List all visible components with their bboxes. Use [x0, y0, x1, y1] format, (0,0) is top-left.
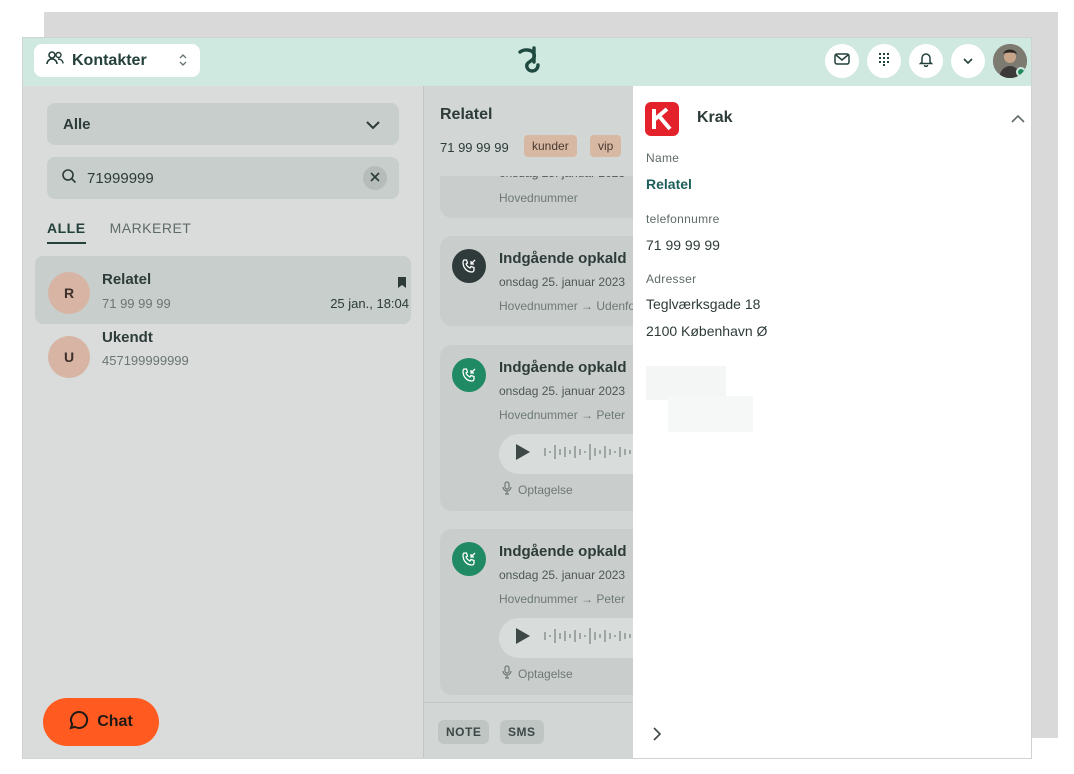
mail-button[interactable] [825, 44, 859, 78]
sms-button[interactable]: SMS [500, 720, 544, 744]
activity-panel: onsdag 25. januar 2023 Hovednummer Relat… [423, 86, 633, 758]
lookup-source-title: Krak [697, 109, 733, 126]
card-date: onsdag 25. januar 2023 [499, 275, 626, 289]
tab-markeret[interactable]: MARKERET [110, 220, 192, 244]
contact-number: 71 99 99 99 [102, 296, 171, 311]
incoming-call-icon [452, 249, 486, 283]
context-switcher-button[interactable]: Kontakter [34, 44, 200, 77]
recording-text: Optagelse [518, 482, 573, 497]
recording-text: Optagelse [518, 666, 573, 681]
online-status-badge [1016, 67, 1026, 77]
card-route: Hovednummer → Udenfor [499, 299, 633, 313]
audio-player[interactable] [499, 618, 633, 658]
placeholder-block [646, 366, 726, 400]
chat-button[interactable]: Chat [43, 698, 159, 746]
activity-footer: NOTE SMS [424, 702, 633, 758]
top-bar: Kontakter [23, 38, 1031, 86]
card-date: onsdag 25. januar 2023 [499, 384, 626, 398]
card-title: Indgående opkald [499, 250, 627, 267]
tag-badge[interactable]: vip [590, 135, 622, 157]
brand-logo-icon[interactable] [514, 46, 542, 78]
chevron-down-icon [365, 117, 381, 134]
contact-avatar: U [48, 336, 90, 378]
krak-logo-icon [645, 102, 679, 136]
waveform-icon [543, 626, 633, 651]
menu-dropdown-button[interactable] [951, 44, 985, 78]
dialpad-button[interactable] [867, 44, 901, 78]
activity-card[interactable]: Indgående opkald onsdag 25. januar 2023 … [440, 529, 633, 695]
contact-item[interactable]: R Relatel 71 99 99 99 25 jan., 18:04 [35, 256, 411, 324]
field-value-address: Teglværksgade 18 [646, 296, 761, 312]
dialpad-icon [878, 52, 890, 71]
user-avatar[interactable] [993, 44, 1027, 78]
card-title: Indgående opkald [499, 359, 627, 376]
field-label: Adresser [646, 272, 697, 286]
activity-header: Relatel 71 99 99 99 kunder vip [424, 86, 633, 176]
close-icon [370, 169, 380, 187]
contact-time: 25 jan., 18:04 [330, 296, 409, 311]
contact-tabs: ALLE MARKERET [47, 220, 215, 244]
contact-name: Ukendt [102, 329, 153, 346]
placeholder-block [668, 396, 753, 432]
chevron-right-icon[interactable] [653, 727, 662, 746]
note-button[interactable]: NOTE [438, 720, 490, 744]
context-label: Kontakter [72, 51, 147, 69]
field-label: Name [646, 151, 680, 165]
updown-chevron-icon [178, 51, 188, 74]
incoming-call-icon [452, 542, 486, 576]
audio-player[interactable] [499, 434, 633, 474]
card-title: Indgående opkald [499, 543, 627, 560]
field-value-name[interactable]: Relatel [646, 176, 692, 192]
filter-select[interactable]: Alle [47, 103, 399, 145]
app-window: Kontakter Alle 71999999 ALLE MARKERET R … [22, 37, 1032, 759]
recording-label: Optagelse [502, 481, 573, 498]
chevron-up-icon[interactable] [1011, 110, 1025, 128]
card-route: Hovednummer [499, 191, 578, 205]
card-date: onsdag 25. januar 2023 [499, 568, 626, 582]
bell-icon [918, 51, 934, 72]
notifications-button[interactable] [909, 44, 943, 78]
card-route: Hovednummer → Peter [499, 408, 626, 422]
tag-badge[interactable]: kunder [524, 135, 577, 157]
tab-alle[interactable]: ALLE [47, 220, 86, 244]
contacts-icon [46, 50, 64, 71]
search-value: 71999999 [87, 169, 154, 187]
contact-item[interactable]: U Ukendt 457199999999 [35, 324, 411, 392]
chat-label: Chat [97, 713, 133, 730]
contact-name: Relatel [102, 271, 152, 288]
activity-card[interactable]: Indgående opkald onsdag 25. januar 2023 … [440, 236, 633, 326]
search-input[interactable]: 71999999 [47, 157, 399, 199]
microphone-icon [502, 665, 512, 682]
mail-icon [834, 52, 850, 70]
waveform-icon [543, 442, 633, 467]
field-label: telefonnumre [646, 212, 720, 226]
lookup-panel: Krak Name Relatel telefonnumre 71 99 99 … [633, 86, 1031, 758]
chat-bubble-icon [69, 710, 89, 735]
contact-avatar: R [48, 272, 90, 314]
filter-value: Alle [63, 115, 91, 133]
chevron-down-icon [962, 52, 974, 70]
contacts-panel: Alle 71999999 ALLE MARKERET R Relatel 71… [23, 86, 423, 758]
field-value-phone: 71 99 99 99 [646, 237, 720, 253]
activity-card[interactable]: Indgående opkald onsdag 25. januar 2023 … [440, 345, 633, 511]
play-icon[interactable] [515, 627, 531, 650]
card-route: Hovednummer → Peter [499, 592, 626, 606]
contact-header-number: 71 99 99 99 [440, 140, 509, 155]
search-icon [61, 168, 77, 189]
contact-title: Relatel [440, 106, 493, 123]
contact-number: 457199999999 [102, 353, 189, 368]
recording-label: Optagelse [502, 665, 573, 682]
clear-search-button[interactable] [363, 166, 387, 190]
incoming-call-icon [452, 358, 486, 392]
microphone-icon [502, 481, 512, 498]
field-value-address-line2: 2100 København Ø [646, 323, 768, 339]
play-icon[interactable] [515, 443, 531, 466]
top-actions [817, 44, 1027, 78]
bookmark-icon[interactable] [397, 276, 407, 294]
